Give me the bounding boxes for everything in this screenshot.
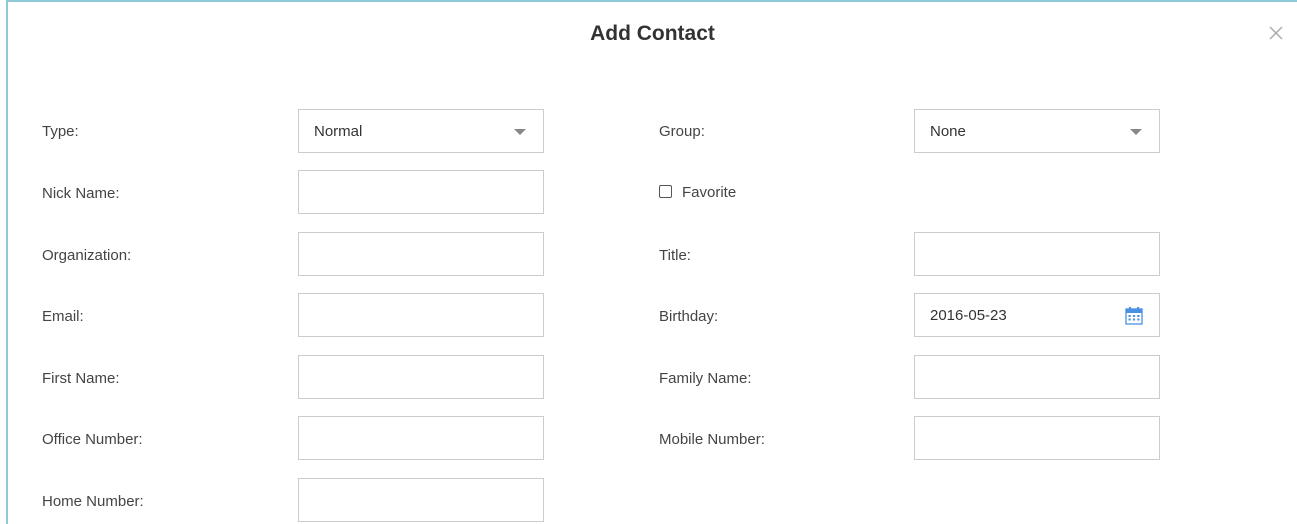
first-name-label: First Name: [42, 370, 120, 387]
email-input[interactable] [298, 293, 544, 337]
organization-input[interactable] [298, 232, 544, 276]
family-name-input[interactable] [914, 355, 1160, 399]
home-number-label: Home Number: [42, 493, 144, 510]
group-select[interactable]: None [914, 109, 1160, 153]
office-number-input[interactable] [298, 416, 544, 460]
home-number-input[interactable] [298, 478, 544, 522]
caret-down-icon [1130, 129, 1142, 135]
add-contact-dialog: Add Contact Type: Normal Nick Name: Orga… [6, 0, 1297, 524]
office-number-label: Office Number: [42, 431, 143, 448]
title-label: Title: [659, 247, 691, 264]
dialog-title: Add Contact [590, 22, 715, 45]
birthday-input[interactable]: 2016-05-23 [914, 293, 1160, 337]
group-label: Group: [659, 123, 705, 140]
close-icon[interactable] [1267, 24, 1285, 42]
family-name-label: Family Name: [659, 370, 752, 387]
calendar-icon[interactable] [1125, 306, 1143, 325]
type-select[interactable]: Normal [298, 109, 544, 153]
mobile-number-label: Mobile Number: [659, 431, 765, 448]
favorite-label[interactable]: Favorite [682, 184, 736, 201]
nick-name-input[interactable] [298, 170, 544, 214]
caret-down-icon [514, 129, 526, 135]
email-label: Email: [42, 308, 84, 325]
organization-label: Organization: [42, 247, 132, 264]
type-label: Type: [42, 123, 79, 140]
group-select-value: None [930, 123, 966, 140]
favorite-checkbox[interactable] [659, 185, 672, 198]
nick-name-label: Nick Name: [42, 185, 120, 202]
type-select-value: Normal [314, 123, 363, 140]
birthday-value: 2016-05-23 [930, 307, 1007, 324]
mobile-number-input[interactable] [914, 416, 1160, 460]
title-input[interactable] [914, 232, 1160, 276]
birthday-label: Birthday: [659, 308, 719, 325]
first-name-input[interactable] [298, 355, 544, 399]
